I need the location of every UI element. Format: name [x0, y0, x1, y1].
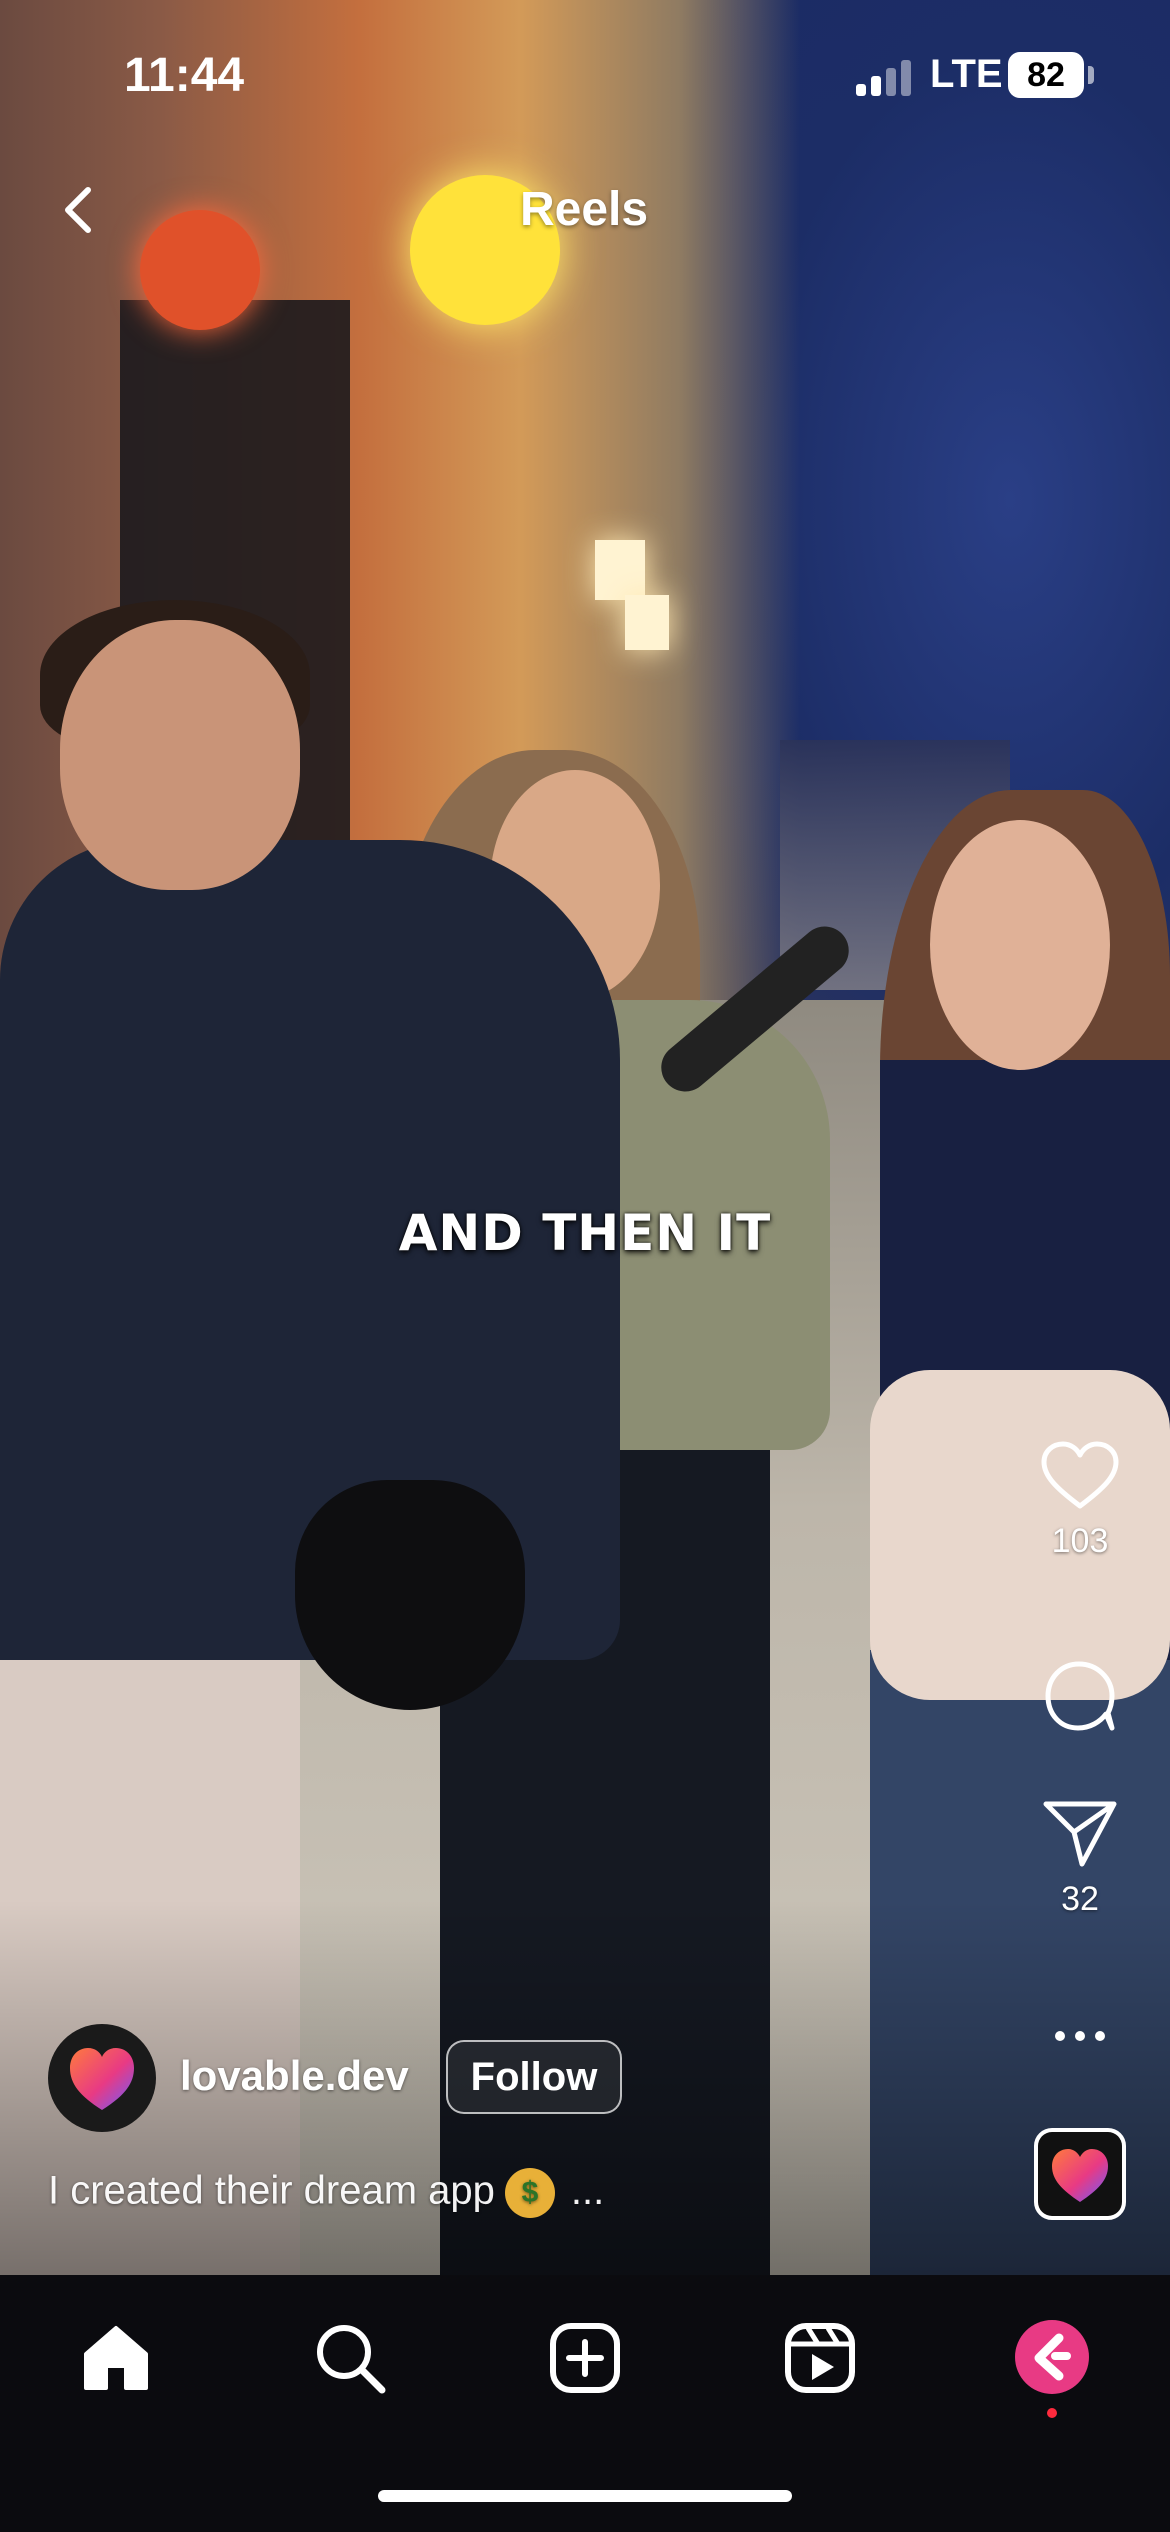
status-time: 11:44 — [124, 49, 245, 102]
cellular-signal-icon — [856, 60, 912, 96]
network-type: LTE — [930, 52, 1003, 96]
heart-icon — [1041, 1441, 1119, 1509]
home-icon — [84, 2326, 148, 2390]
money-mouth-face-emoji: $ — [504, 2168, 555, 2218]
share-button[interactable]: 32 — [1020, 1798, 1140, 1919]
lovable-heart-logo-icon — [1038, 2132, 1122, 2216]
video-neon-sign-red — [140, 210, 260, 330]
follow-button[interactable]: Follow — [446, 2040, 622, 2114]
paper-plane-icon — [1043, 1801, 1117, 1867]
like-count: 103 — [1051, 1522, 1109, 1560]
video-lamp — [625, 595, 669, 650]
video-handbag — [295, 1480, 525, 1710]
comment-button[interactable] — [1020, 1658, 1140, 1734]
audio-track-thumbnail[interactable] — [1034, 2128, 1126, 2220]
notification-dot — [1047, 2408, 1057, 2418]
plus-square-icon — [550, 2323, 620, 2393]
video-caption-overlay: AND THEN IT — [398, 1204, 772, 1262]
video-person-right-head — [930, 820, 1110, 1070]
lovable-heart-logo-icon — [70, 2048, 134, 2110]
nav-profile[interactable] — [1015, 2320, 1089, 2394]
description-more[interactable]: ... — [571, 2169, 604, 2213]
author-avatar[interactable] — [48, 2024, 156, 2132]
page-title: Reels — [520, 183, 649, 236]
battery-icon: 82 — [1008, 52, 1084, 98]
reels-icon — [785, 2323, 855, 2393]
video-person-left-head — [60, 620, 300, 890]
search-icon — [317, 2325, 386, 2394]
author-username[interactable]: lovable.dev — [180, 2052, 409, 2100]
video-lamp — [595, 540, 645, 600]
profile-avatar-icon — [1034, 2333, 1071, 2381]
like-button[interactable]: 103 — [1020, 1440, 1140, 1561]
reel-video[interactable] — [0, 0, 1170, 2275]
battery-level: 82 — [1027, 56, 1065, 94]
reel-description[interactable]: I created their dream app $... — [48, 2168, 604, 2218]
nav-create[interactable] — [545, 2318, 625, 2398]
nav-reels[interactable] — [780, 2318, 860, 2398]
description-text: I created their dream app — [48, 2168, 495, 2213]
home-indicator[interactable] — [378, 2490, 792, 2502]
comment-icon — [1045, 1661, 1115, 1731]
chevron-left-icon[interactable] — [50, 180, 110, 240]
nav-search[interactable] — [310, 2318, 390, 2398]
battery-tip — [1088, 66, 1094, 84]
nav-home[interactable] — [76, 2318, 156, 2398]
share-count: 32 — [1061, 1880, 1099, 1918]
more-dots-icon[interactable] — [1053, 2026, 1107, 2046]
